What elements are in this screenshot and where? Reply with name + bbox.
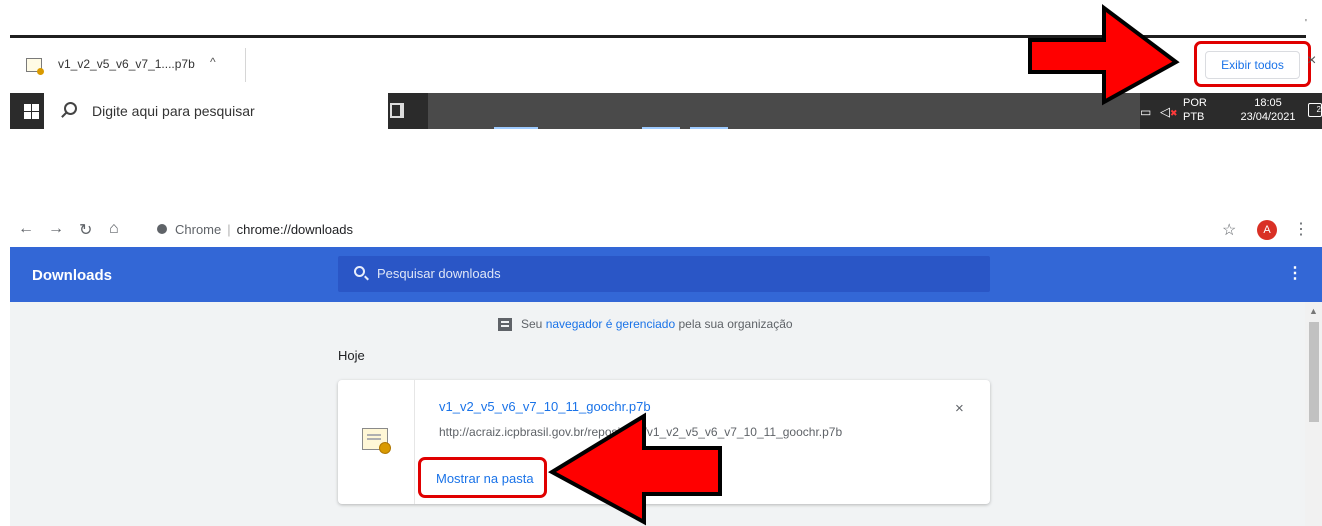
certificate-icon <box>362 428 391 454</box>
system-tray: ▭ ◁✖ POR PTB 18:05 23/04/2021 2 <box>1140 93 1322 129</box>
shelf-file-name: v1_v2_v5_v6_v7_1....p7b <box>58 57 195 71</box>
show-in-folder-link[interactable]: Mostrar na pasta <box>436 471 534 486</box>
search-icon <box>64 102 77 115</box>
address-url: chrome://downloads <box>236 221 353 237</box>
taskbar-app-indicator <box>494 127 538 129</box>
downloads-menu-icon[interactable]: ⋮ <box>1287 263 1303 283</box>
show-all-highlight: Exibir todos <box>1194 41 1311 87</box>
scroll-thumb[interactable] <box>1309 322 1319 422</box>
download-card-icon-area <box>338 380 415 504</box>
taskbar-search-box[interactable]: Digite aqui para pesquisar <box>44 93 388 129</box>
windows-taskbar: Digite aqui para pesquisar ▭ ◁✖ POR PTB … <box>10 93 1322 129</box>
show-all-button[interactable]: Exibir todos <box>1205 51 1300 79</box>
reload-icon[interactable]: ↻ <box>79 220 92 240</box>
language-secondary: PTB <box>1183 111 1205 123</box>
site-label: Chrome <box>175 221 222 237</box>
search-icon <box>354 266 365 277</box>
clock-date: 23/04/2021 <box>1240 111 1296 123</box>
remove-download-icon[interactable]: × <box>955 400 964 417</box>
language-indicator[interactable]: POR PTB <box>1183 96 1207 124</box>
download-shelf: v1_v2_v5_v6_v7_1....p7b ^ Exibir todos × <box>10 38 1322 92</box>
taskbar-app-indicator <box>690 127 728 129</box>
scrollbar[interactable]: ▲ <box>1305 302 1322 526</box>
language-primary: POR <box>1183 97 1207 109</box>
download-file-name[interactable]: v1_v2_v5_v6_v7_10_11_goochr.p7b <box>439 399 651 414</box>
corner-mark: ' <box>1305 18 1307 29</box>
address-separator: | <box>227 221 231 237</box>
downloads-search-input[interactable]: Pesquisar downloads <box>338 256 990 292</box>
notification-icon[interactable]: 2 <box>1308 103 1322 117</box>
address-bar[interactable]: Chrome | chrome://downloads <box>145 218 365 240</box>
windows-logo-icon[interactable] <box>24 104 39 119</box>
home-icon[interactable]: ⌂ <box>109 220 119 238</box>
downloads-content: Seu navegador é gerenciado pela sua orga… <box>10 302 1322 526</box>
managed-link[interactable]: navegador é gerenciado <box>546 317 675 331</box>
task-view-icon[interactable] <box>390 103 404 118</box>
building-icon <box>498 317 512 331</box>
chrome-site-icon <box>157 224 167 234</box>
back-arrow-icon[interactable]: ← <box>18 220 34 238</box>
taskbar-apps-area <box>428 93 1140 129</box>
chevron-up-icon[interactable]: ^ <box>210 55 216 69</box>
certificate-file-icon <box>26 58 44 75</box>
browser-menu-icon[interactable]: ⋮ <box>1293 219 1309 239</box>
star-icon[interactable]: ☆ <box>1222 220 1236 240</box>
clock[interactable]: 18:05 23/04/2021 <box>1236 96 1300 124</box>
forward-arrow-icon[interactable]: → <box>48 220 64 238</box>
page-title: Downloads <box>32 267 113 284</box>
screenshot-stage: ' v1_v2_v5_v6_v7_1....p7b ^ Exibir todos… <box>0 0 1322 526</box>
volume-muted-icon[interactable]: ◁✖ <box>1160 104 1178 120</box>
taskbar-app-indicator <box>642 127 680 129</box>
shelf-download-item[interactable]: v1_v2_v5_v6_v7_1....p7b ^ <box>10 48 246 82</box>
managed-suffix: pela sua organização <box>678 317 793 331</box>
date-section-label: Hoje <box>338 348 365 363</box>
managed-notice: Seu navegador é gerenciado pela sua orga… <box>498 317 793 331</box>
download-card: v1_v2_v5_v6_v7_10_11_goochr.p7b http://a… <box>338 380 990 504</box>
network-icon[interactable]: ▭ <box>1140 105 1151 119</box>
avatar[interactable]: A <box>1257 220 1277 240</box>
close-shelf-icon[interactable]: × <box>1307 52 1316 70</box>
scroll-up-icon[interactable]: ▲ <box>1309 306 1318 316</box>
downloads-search-placeholder: Pesquisar downloads <box>377 266 501 281</box>
download-source-url[interactable]: http://acraiz.icpbrasil.gov.br/repositor… <box>439 425 842 439</box>
clock-time: 18:05 <box>1254 97 1282 109</box>
downloads-header: Downloads Pesquisar downloads ⋮ <box>10 247 1322 302</box>
taskbar-search-placeholder: Digite aqui para pesquisar <box>92 103 255 119</box>
browser-toolbar: ← → ↻ ⌂ Chrome | chrome://downloads ☆ A … <box>0 215 1322 245</box>
managed-prefix: Seu <box>521 317 543 331</box>
show-in-folder-highlight: Mostrar na pasta <box>418 457 547 498</box>
